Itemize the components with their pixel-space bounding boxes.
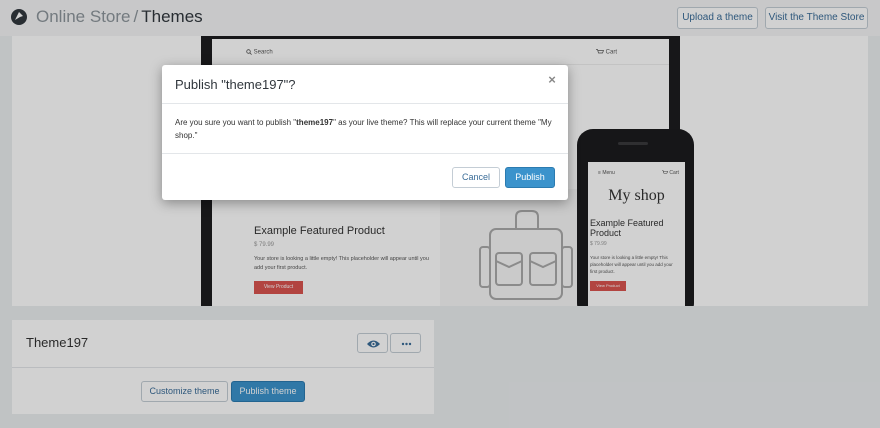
dialog-theme-name: theme197 xyxy=(296,118,334,127)
dialog-message-prefix: Are you sure you want to publish " xyxy=(175,118,297,127)
publish-confirm-dialog: Publish "theme197"? × Are you sure you w… xyxy=(162,65,568,200)
dialog-header-divider xyxy=(162,103,568,104)
close-icon[interactable]: × xyxy=(545,73,559,87)
dialog-message: Are you sure you want to publish "theme1… xyxy=(175,116,557,142)
dialog-title: Publish "theme197"? xyxy=(175,77,296,92)
dialog-footer-divider xyxy=(162,153,568,154)
cancel-button[interactable]: Cancel xyxy=(452,167,500,188)
publish-button[interactable]: Publish xyxy=(505,167,555,188)
